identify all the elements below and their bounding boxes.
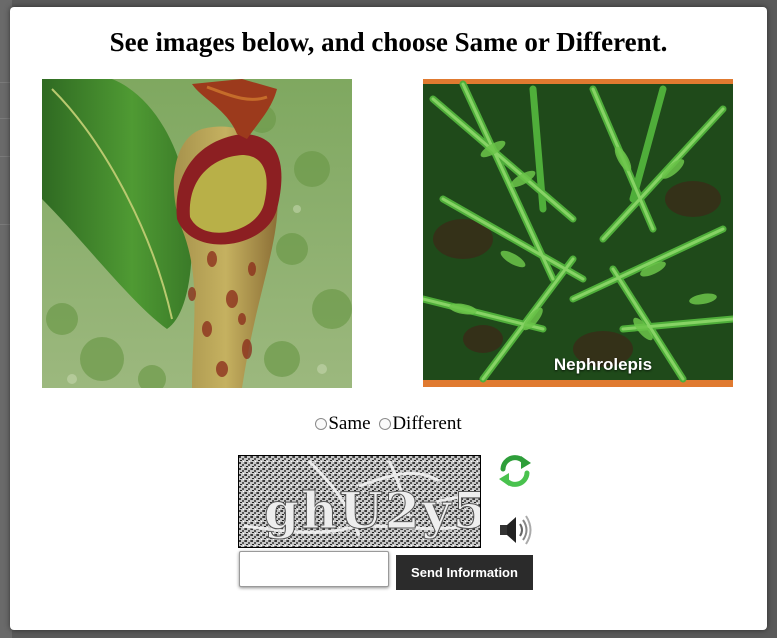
same-different-choice: Same Different xyxy=(10,413,767,435)
captcha-image: ghU2y5 xyxy=(238,455,481,548)
different-radio[interactable] xyxy=(379,418,392,430)
left-plant-image xyxy=(42,79,352,388)
refresh-icon[interactable] xyxy=(497,453,533,489)
captcha-answer-input[interactable] xyxy=(239,551,389,587)
captcha-dialog: See images below, and choose Same or Dif… xyxy=(10,7,767,630)
dialog-title: See images below, and choose Same or Dif… xyxy=(109,27,668,57)
different-label: Different xyxy=(392,413,462,434)
captcha-text: ghU2y5 xyxy=(264,481,480,540)
same-label: Same xyxy=(328,413,371,434)
pitcher-plant-photo xyxy=(42,79,352,388)
fern-caption: Nephrolepis xyxy=(553,355,653,374)
right-plant-image: Nephrolepis xyxy=(423,79,733,387)
different-option[interactable]: Different xyxy=(379,413,462,435)
speaker-icon[interactable] xyxy=(498,513,534,547)
same-radio[interactable] xyxy=(315,418,328,430)
same-option[interactable]: Same xyxy=(315,413,371,435)
send-information-button[interactable]: Send Information xyxy=(396,555,533,590)
fern-photo xyxy=(423,79,733,387)
